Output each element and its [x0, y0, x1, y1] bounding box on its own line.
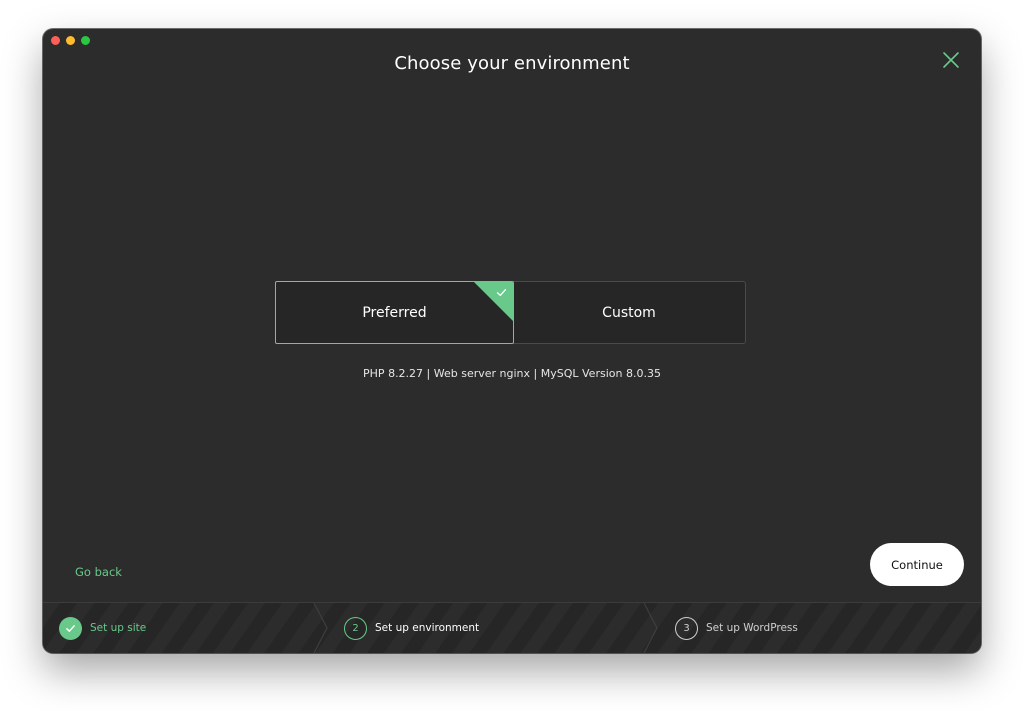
environment-info: PHP 8.2.27 | Web server nginx | MySQL Ve… [363, 367, 661, 380]
window-minimize-dot[interactable] [66, 36, 75, 45]
step-2-label: Set up environment [375, 622, 480, 634]
continue-button[interactable]: Continue [870, 543, 964, 586]
custom-option-label: Custom [602, 304, 656, 321]
checkmark-icon [66, 624, 75, 632]
selected-corner-marker [474, 282, 513, 321]
step-set-up-wordpress: 3 Set up WordPress [675, 603, 798, 653]
step-set-up-environment: 2 Set up environment [344, 603, 479, 653]
step-3-number: 3 [675, 616, 698, 640]
preferred-option[interactable]: Preferred [275, 281, 514, 344]
step-3-label: Set up WordPress [706, 622, 798, 634]
preferred-option-label: Preferred [362, 304, 427, 321]
step-2-number: 2 [344, 616, 367, 640]
window-zoom-dot[interactable] [81, 36, 90, 45]
progress-steps: Set up site 2 Set up environment 3 Set u… [43, 602, 981, 653]
step-set-up-site: Set up site [59, 603, 146, 653]
step-1-label: Set up site [90, 622, 147, 634]
chevron-right-icon [643, 603, 658, 653]
close-icon[interactable] [941, 50, 961, 70]
environment-options: Preferred Custom [275, 281, 746, 344]
chevron-right-icon [313, 603, 328, 653]
window-controls [51, 36, 90, 45]
step-1-complete-badge [59, 616, 82, 640]
custom-option[interactable]: Custom [513, 281, 746, 344]
app-window: Choose your environment Preferred Custom… [43, 29, 981, 653]
window-close-dot[interactable] [51, 36, 60, 45]
checkmark-icon [496, 288, 507, 297]
page-title: Choose your environment [394, 53, 630, 74]
go-back-link[interactable]: Go back [75, 565, 122, 579]
